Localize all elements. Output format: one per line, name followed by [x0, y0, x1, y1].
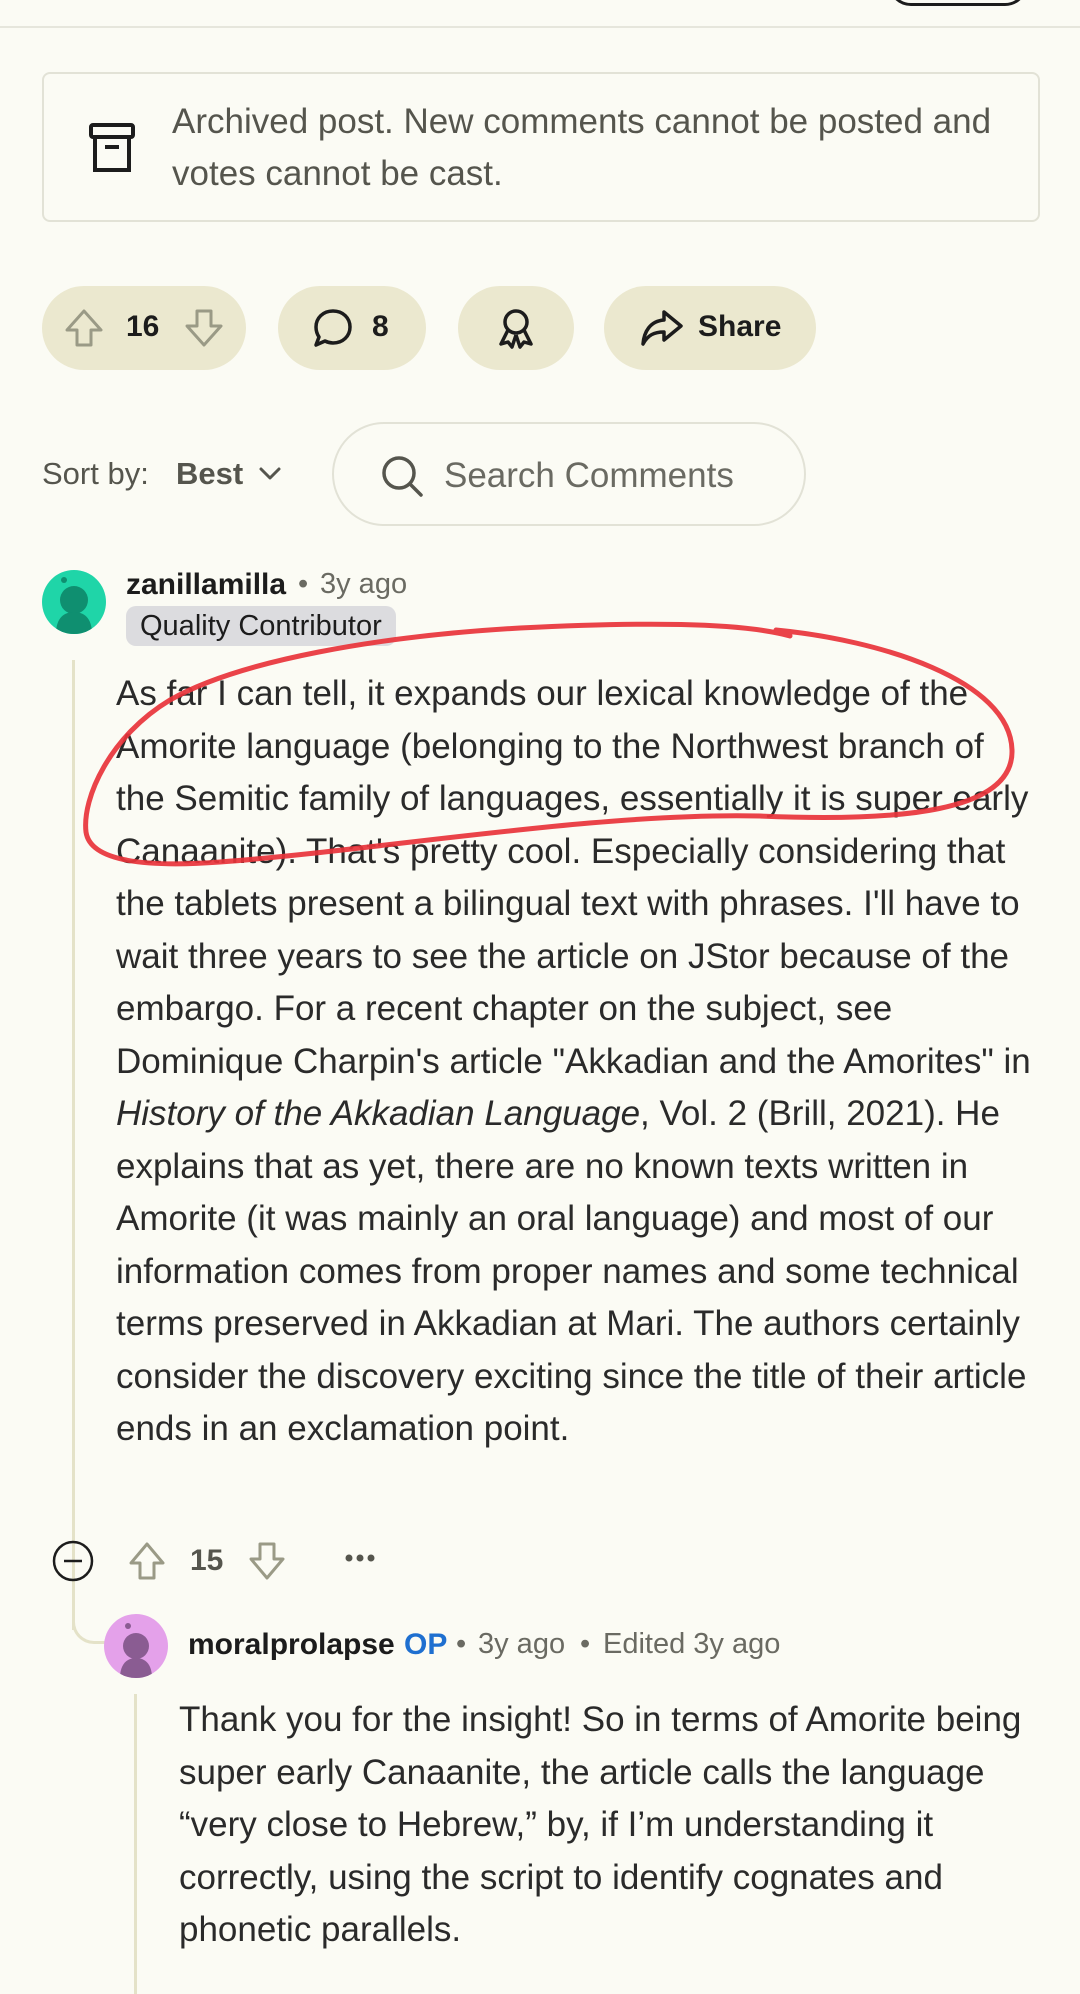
comment-bubble-icon — [314, 309, 352, 347]
archived-notice: Archived post. New comments cannot be po… — [42, 72, 1040, 222]
upvote-icon[interactable] — [62, 306, 106, 350]
share-label: Share — [698, 310, 782, 343]
book-title: History of the Akkadian Language — [116, 1094, 641, 1133]
share-button[interactable]: Share — [604, 286, 816, 370]
award-icon — [499, 309, 533, 349]
avatar[interactable] — [42, 570, 106, 634]
archived-message: Archived post. New comments cannot be po… — [172, 102, 992, 193]
search-icon — [382, 456, 423, 497]
avatar[interactable] — [104, 1614, 168, 1678]
meta-separator: • — [298, 568, 309, 600]
comment-author[interactable]: moralprolapse — [188, 1628, 395, 1662]
comment-score: 15 — [190, 1544, 224, 1577]
comment-count: 8 — [372, 310, 389, 343]
comment-author[interactable]: zanillamilla — [126, 568, 286, 602]
share-icon — [641, 310, 683, 346]
comment-action-bar: 15 — [50, 1536, 450, 1586]
chevron-down-icon[interactable] — [256, 460, 284, 488]
reply-body: Thank you for the insight! So in terms o… — [179, 1700, 1022, 1949]
comment-toolbar: Sort by: Best Search Comments — [42, 422, 1042, 528]
post-vote-count: 16 — [126, 310, 160, 343]
top-bar — [0, 0, 1080, 28]
upvote-icon[interactable] — [126, 1540, 168, 1582]
sort-dropdown[interactable]: Best — [176, 456, 243, 492]
comment-body-text: As far I can tell, it expands our lexica… — [116, 674, 1031, 1081]
downvote-icon[interactable] — [246, 1540, 288, 1582]
vote-pill: 16 — [42, 286, 246, 370]
comment-age: 3y ago — [320, 568, 408, 600]
sort-label: Sort by: — [42, 456, 149, 491]
comments-button[interactable]: 8 — [278, 286, 426, 370]
award-button[interactable] — [458, 286, 574, 370]
comment-body: As far I can tell, it expands our lexica… — [116, 668, 1036, 1456]
op-badge: OP — [404, 1628, 448, 1661]
archive-icon — [89, 123, 135, 172]
search-comments-input[interactable]: Search Comments — [332, 422, 806, 526]
comment-body-text-cont: , Vol. 2 (Brill, 2021). He explains that… — [116, 1094, 1027, 1448]
edited-label: Edited 3y ago — [603, 1628, 781, 1660]
user-flair: Quality Contributor — [126, 606, 396, 646]
snoo-avatar-icon — [56, 577, 92, 634]
thread-line[interactable] — [72, 660, 75, 1630]
collapse-thread-icon[interactable] — [52, 1540, 94, 1582]
meta-separator: • — [456, 1628, 467, 1660]
downvote-icon[interactable] — [182, 306, 226, 350]
header-button-fragment[interactable] — [888, 0, 1028, 6]
meta-separator: • — [580, 1628, 591, 1660]
comment-age: 3y ago — [478, 1628, 566, 1660]
thread-line[interactable] — [134, 1694, 137, 1994]
more-options-icon[interactable] — [344, 1552, 376, 1564]
search-placeholder: Search Comments — [444, 456, 734, 495]
snoo-avatar-icon — [120, 1623, 152, 1678]
